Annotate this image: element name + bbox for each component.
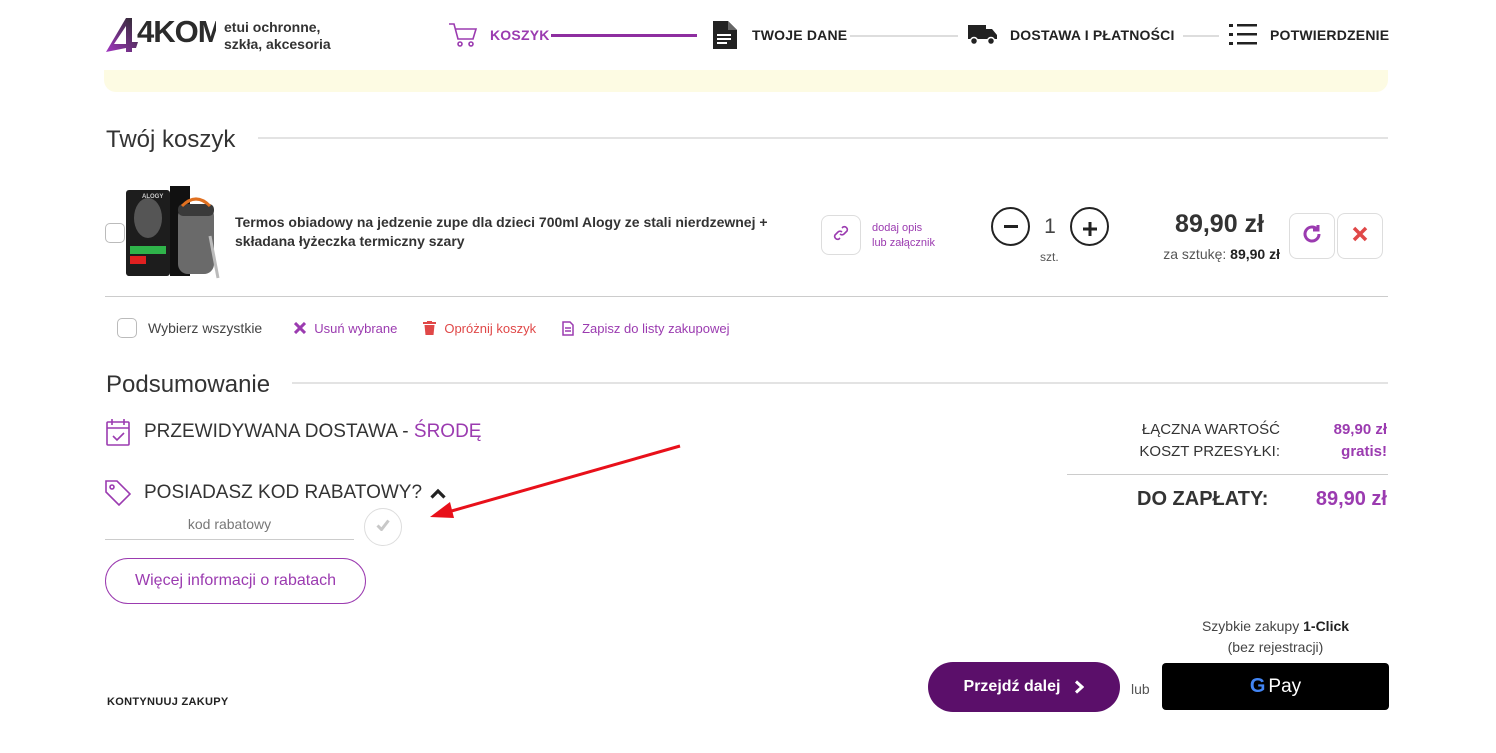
- step-connector-2: [850, 35, 958, 37]
- chevron-right-icon: [1074, 680, 1085, 694]
- step-connector-1: [551, 34, 697, 37]
- tagline-line-2: szkła, akcesoria: [224, 36, 331, 52]
- attach-note-button[interactable]: [821, 215, 861, 255]
- empty-cart-label: Opróżnij koszyk: [444, 320, 537, 336]
- calendar-icon: [106, 418, 130, 446]
- step-cart-label: KOSZYK: [490, 27, 550, 43]
- proceed-button[interactable]: Przejdź dalej: [928, 662, 1120, 712]
- step-your-data-label: TWOJE DANE: [752, 27, 848, 43]
- proceed-label: Przejdź dalej: [963, 678, 1061, 695]
- attach-note-link[interactable]: dodaj opis lub załącznik: [872, 221, 935, 251]
- cart-title: Twój koszyk: [106, 126, 236, 153]
- step-delivery[interactable]: DOSTAWA I PŁATNOŚCI: [968, 18, 1175, 52]
- step-cart[interactable]: KOSZYK: [448, 18, 550, 52]
- quantity-unit: szt.: [1040, 250, 1059, 264]
- cart-divider: [105, 296, 1388, 297]
- remove-item-button[interactable]: [1337, 213, 1383, 259]
- cart-icon: [448, 20, 478, 50]
- continue-shopping-link[interactable]: KONTYNUUJ ZAKUPY: [107, 696, 229, 708]
- quantity-increase-button[interactable]: [1070, 207, 1109, 246]
- delivery-label: PRZEWIDYWANA DOSTAWA -: [144, 421, 414, 442]
- google-pay-label: Pay: [1268, 675, 1302, 697]
- to-pay-value: 89,90 zł: [1315, 488, 1387, 510]
- tagline-line-1: etui ochronne,: [224, 19, 321, 35]
- select-all[interactable]: Wybierz wszystkie: [117, 318, 262, 338]
- link-icon: [833, 225, 849, 246]
- google-g-icon: G: [1249, 675, 1266, 697]
- truck-icon: [968, 20, 998, 50]
- item-checkbox[interactable]: [105, 223, 125, 243]
- coupon-code-input[interactable]: [105, 509, 354, 540]
- product-image-brand: ALOGY: [142, 194, 164, 200]
- unit-price-label: za sztukę:: [1163, 246, 1227, 262]
- one-click-subtitle: (bez rejestracji): [1227, 639, 1324, 655]
- totals-divider: [1067, 474, 1388, 475]
- remove-selected-link[interactable]: Usuń wybrane: [294, 321, 397, 336]
- logo-text: 4KOM: [137, 14, 216, 49]
- summary-title: Podsumowanie: [106, 371, 271, 398]
- plus-icon: [1082, 214, 1097, 240]
- attach-note-line-2: lub załącznik: [872, 237, 935, 249]
- empty-cart-link[interactable]: Opróżnij koszyk: [423, 321, 536, 336]
- store-logo[interactable]: 4KOM etui ochronne, szkła, akcesoria: [104, 14, 331, 54]
- step-confirmation[interactable]: POTWIERDZENIE: [1228, 18, 1389, 52]
- unit-price-value: 89,90 zł: [1230, 246, 1280, 262]
- trash-icon: [423, 321, 437, 335]
- shipping-cost-value: gratis!: [1341, 443, 1387, 460]
- select-all-label: Wybierz wszystkie: [148, 320, 263, 336]
- remove-selected-label: Usuń wybrane: [314, 320, 398, 336]
- summary-title-rule: [292, 382, 1388, 384]
- google-pay-button[interactable]: G Pay: [1162, 663, 1389, 710]
- product-name[interactable]: Termos obiadowy na jedzenie zupe dla dzi…: [235, 213, 795, 251]
- x-icon: [294, 322, 307, 334]
- save-list-link[interactable]: Zapisz do listy zakupowej: [562, 320, 730, 336]
- or-label: lub: [1131, 681, 1150, 697]
- logo-mark: 4KOM: [104, 14, 216, 54]
- unit-price: za sztukę: 89,90 zł: [1140, 246, 1280, 262]
- step-confirmation-label: POTWIERDZENIE: [1270, 27, 1390, 43]
- one-click-title: Szybkie zakupy 1-Click: [1162, 616, 1389, 637]
- document-list-icon: [562, 320, 574, 336]
- annotation-arrow: [430, 444, 681, 518]
- step-connector-3: [1183, 35, 1219, 37]
- coupon-question: POSIADASZ KOD RABATOWY?: [144, 482, 423, 503]
- cart-title-rule: [258, 137, 1388, 139]
- step-delivery-label: DOSTAWA I PŁATNOŚCI: [1010, 27, 1175, 43]
- shipping-cost-label: KOSZT PRZESYŁKI:: [1139, 443, 1280, 460]
- list-icon: [1228, 20, 1258, 50]
- notice-bar: [104, 70, 1388, 92]
- one-click-bold: 1-Click: [1303, 618, 1350, 634]
- cart-actions: Wybierz wszystkie Usuń wybrane Opróżnij …: [117, 318, 730, 338]
- one-click-info: Szybkie zakupy 1-Click (bez rejestracji): [1162, 616, 1389, 658]
- total-value: 89,90 zł: [1333, 421, 1387, 438]
- step-your-data[interactable]: TWOJE DANE: [710, 18, 847, 52]
- document-icon: [710, 20, 740, 50]
- save-list-label: Zapisz do listy zakupowej: [582, 320, 730, 336]
- one-click-prefix: Szybkie zakupy: [1201, 618, 1304, 634]
- attach-note-line-1: dodaj opis: [872, 222, 923, 234]
- select-all-checkbox[interactable]: [117, 318, 137, 338]
- refresh-item-button[interactable]: [1289, 213, 1335, 259]
- product-image[interactable]: ALOGY: [126, 186, 222, 282]
- to-pay-label: DO ZAPŁATY:: [1137, 488, 1269, 510]
- item-price: 89,90 zł: [1175, 210, 1264, 238]
- checkout-steps: KOSZYK TWOJE DANE DOSTAWA I PŁATNOŚCI PO…: [448, 18, 1390, 52]
- coupon-toggle[interactable]: POSIADASZ KOD RABATOWY?: [105, 480, 446, 506]
- refresh-icon: [1301, 223, 1323, 250]
- logo-tagline: etui ochronne, szkła, akcesoria: [224, 19, 331, 53]
- coupon-apply-button[interactable]: [364, 508, 402, 546]
- close-icon: [1352, 226, 1368, 247]
- quantity-value[interactable]: 1: [1038, 215, 1062, 239]
- quantity-decrease-button[interactable]: [991, 207, 1030, 246]
- discount-info-button[interactable]: Więcej informacji o rabatach: [105, 558, 366, 604]
- tag-icon: [105, 480, 131, 506]
- total-value-label: ŁĄCZNA WARTOŚĆ: [1141, 421, 1280, 438]
- check-icon: [376, 518, 390, 536]
- minus-icon: [1003, 225, 1018, 228]
